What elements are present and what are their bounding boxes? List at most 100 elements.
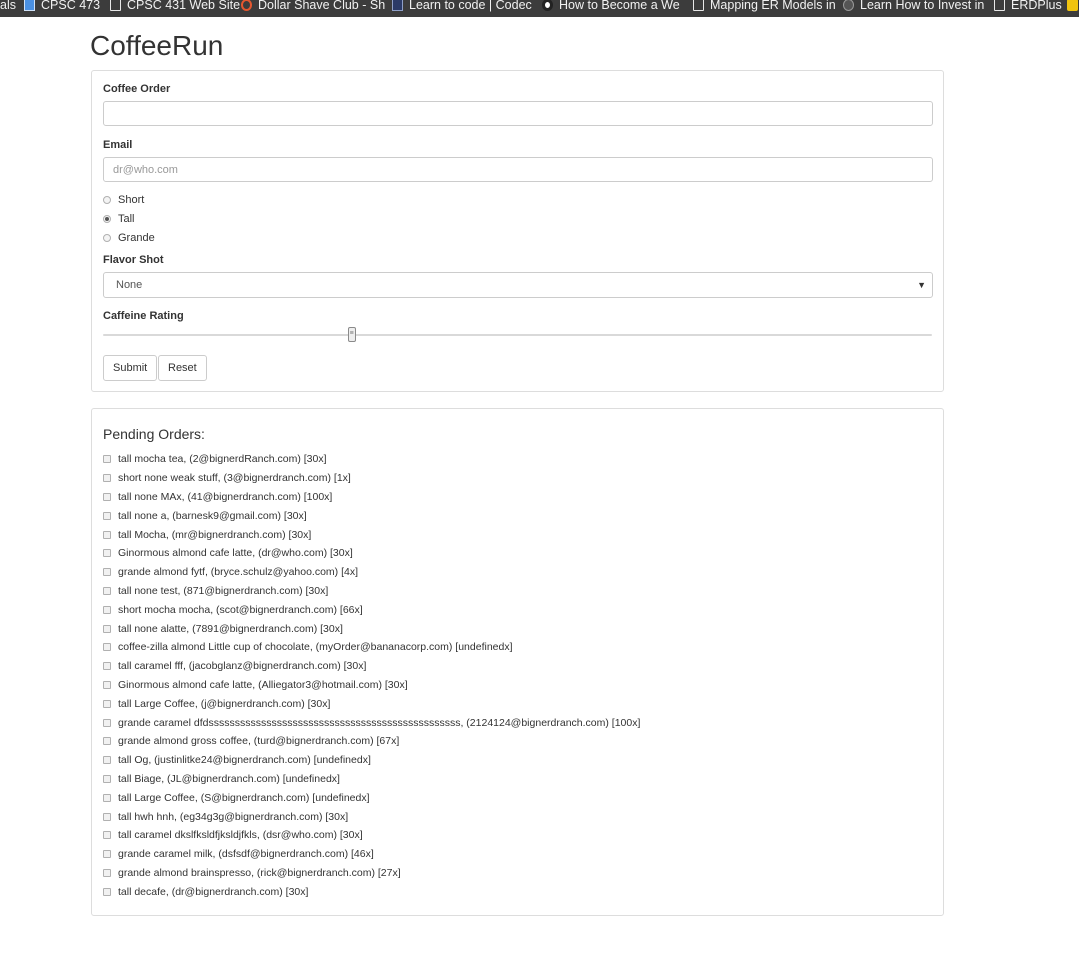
order-item[interactable]: grande almond gross coffee, (turd@bigner… [103, 732, 933, 751]
bookmark-item[interactable]: Mapping ER Models in [693, 0, 836, 13]
bookmark-item[interactable]: Dollar Shave Club - Sh [241, 0, 385, 13]
dropdown-arrow-icon: ▼ [917, 280, 926, 290]
order-label: tall none MAx, (41@bignerdranch.com) [10… [118, 490, 333, 503]
order-item[interactable]: tall mocha tea, (2@bignerdRanch.com) [30… [103, 450, 933, 469]
size-option-grande[interactable]: Grande [103, 232, 155, 244]
order-item[interactable]: tall none test, (871@bignerdranch.com) [… [103, 582, 933, 601]
order-item[interactable]: Ginormous almond cafe latte, (dr@who.com… [103, 544, 933, 563]
order-checkbox[interactable] [103, 643, 111, 652]
order-label: tall Og, (justinlitke24@bignerdranch.com… [118, 754, 371, 767]
order-checkbox[interactable] [103, 662, 111, 671]
order-item[interactable]: tall none MAx, (41@bignerdranch.com) [10… [103, 488, 933, 507]
radio-button[interactable] [103, 196, 111, 204]
bookmark-label: Learn How to Invest in [860, 0, 985, 12]
order-label: tall Large Coffee, (j@bignerdranch.com) … [118, 697, 331, 710]
order-item[interactable]: Ginormous almond cafe latte, (Alliegator… [103, 676, 933, 695]
order-label: Ginormous almond cafe latte, (Alliegator… [118, 678, 408, 691]
order-item[interactable]: tall decafe, (dr@bignerdranch.com) [30x] [103, 882, 933, 901]
bookmark-item[interactable]: Learn to code | Codec [392, 0, 532, 13]
size-label: Short [118, 194, 145, 206]
bookmark-item[interactable]: How to Become a We [542, 0, 680, 13]
page-icon [994, 0, 1005, 11]
order-checkbox[interactable] [103, 887, 111, 896]
order-label: grande almond gross coffee, (turd@bigner… [118, 735, 400, 748]
order-item[interactable]: grande caramel milk, (dsfsdf@bignerdranc… [103, 845, 933, 864]
order-item[interactable]: tall caramel fff, (jacobglanz@bignerdran… [103, 657, 933, 676]
pending-orders-list: tall mocha tea, (2@bignerdRanch.com) [30… [103, 450, 933, 901]
order-item[interactable]: tall none a, (barnesk9@gmail.com) [30x] [103, 506, 933, 525]
coffee-order-input[interactable] [103, 101, 933, 126]
bookmark-label: Dollar Shave Club - Sh [258, 0, 386, 12]
order-checkbox[interactable] [103, 568, 111, 577]
radio-button[interactable] [103, 234, 111, 242]
order-label: tall none alatte, (7891@bignerdranch.com… [118, 622, 343, 635]
bookmark-label: How to Become a We [559, 0, 680, 12]
order-label: tall Large Coffee, (S@bignerdranch.com) … [118, 791, 370, 804]
email-input[interactable] [103, 157, 933, 182]
order-item[interactable]: tall Og, (justinlitke24@bignerdranch.com… [103, 751, 933, 770]
circle-icon [241, 0, 252, 11]
flavor-shot-select[interactable]: None ▼ [103, 272, 933, 298]
order-item[interactable]: grande caramel dfdssssssssssssssssssssss… [103, 713, 933, 732]
order-item[interactable]: tall Large Coffee, (S@bignerdranch.com) … [103, 788, 933, 807]
order-item[interactable]: short none weak stuff, (3@bignerdranch.c… [103, 469, 933, 488]
order-item[interactable]: tall caramel dkslfksldfjksldjfkls, (dsr@… [103, 826, 933, 845]
folder-icon [1067, 0, 1078, 11]
order-checkbox[interactable] [103, 624, 111, 633]
bookmark-item[interactable]: Learn How to Invest in [843, 0, 984, 13]
order-label: grande almond fytf, (bryce.schulz@yahoo.… [118, 566, 359, 579]
submit-button[interactable]: Submit [103, 355, 158, 381]
order-item[interactable]: grande almond brainspresso, (rick@bigner… [103, 864, 933, 883]
order-checkbox[interactable] [103, 605, 111, 614]
order-checkbox[interactable] [103, 699, 111, 708]
order-checkbox[interactable] [103, 511, 111, 520]
radio-button[interactable] [103, 215, 111, 223]
order-checkbox[interactable] [103, 756, 111, 765]
page-title: CoffeeRun [90, 30, 224, 61]
order-checkbox[interactable] [103, 530, 111, 539]
caffeine-slider-thumb[interactable]: ≡ [347, 327, 356, 342]
order-checkbox[interactable] [103, 737, 111, 746]
order-checkbox[interactable] [103, 774, 111, 783]
bookmark-item[interactable]: CPSC 473 [24, 0, 100, 13]
order-item[interactable]: coffee-zilla almond Little cup of chocol… [103, 638, 933, 657]
order-checkbox[interactable] [103, 549, 111, 558]
bookmark-item[interactable]: als [0, 0, 16, 13]
bookmark-item[interactable]: CPSC 431 Web Site [110, 0, 240, 13]
size-option-tall[interactable]: Tall [103, 213, 135, 225]
order-checkbox[interactable] [103, 850, 111, 859]
size-label: Grande [118, 232, 155, 244]
size-label: Tall [118, 213, 135, 225]
order-item[interactable]: short mocha mocha, (scot@bignerdranch.co… [103, 600, 933, 619]
order-label: coffee-zilla almond Little cup of chocol… [118, 641, 513, 654]
order-checkbox[interactable] [103, 455, 111, 464]
order-checkbox[interactable] [103, 492, 111, 501]
bookmarks-bar: als CPSC 473 CPSC 431 Web Site Dollar Sh… [0, 0, 1079, 17]
bookmark-overflow[interactable] [1067, 0, 1079, 13]
dark-icon [843, 0, 854, 11]
order-label: tall caramel fff, (jacobglanz@bignerdran… [118, 660, 367, 673]
caffeine-slider-track[interactable] [103, 334, 932, 336]
order-checkbox[interactable] [103, 680, 111, 689]
order-checkbox[interactable] [103, 868, 111, 877]
size-option-short[interactable]: Short [103, 194, 144, 206]
order-item[interactable]: tall hwh hnh, (eg34g3g@bignerdranch.com)… [103, 807, 933, 826]
order-checkbox[interactable] [103, 793, 111, 802]
order-item[interactable]: tall Biage, (JL@bignerdranch.com) [undef… [103, 770, 933, 789]
order-item[interactable]: tall Mocha, (mr@bignerdranch.com) [30x] [103, 525, 933, 544]
order-checkbox[interactable] [103, 831, 111, 840]
bookmark-label: Mapping ER Models in [710, 0, 836, 12]
order-item[interactable]: grande almond fytf, (bryce.schulz@yahoo.… [103, 563, 933, 582]
flavor-selected-value: None [116, 279, 143, 291]
bookmark-item[interactable]: ERDPlus [994, 0, 1062, 13]
order-item[interactable]: tall Large Coffee, (j@bignerdranch.com) … [103, 694, 933, 713]
page-icon [110, 0, 121, 11]
order-checkbox[interactable] [103, 718, 111, 727]
reset-button[interactable]: Reset [158, 355, 207, 381]
order-checkbox[interactable] [103, 812, 111, 821]
order-label: tall none test, (871@bignerdranch.com) [… [118, 584, 329, 597]
order-item[interactable]: tall none alatte, (7891@bignerdranch.com… [103, 619, 933, 638]
bookmark-label: CPSC 473 [41, 0, 101, 12]
order-checkbox[interactable] [103, 586, 111, 595]
order-checkbox[interactable] [103, 474, 111, 483]
